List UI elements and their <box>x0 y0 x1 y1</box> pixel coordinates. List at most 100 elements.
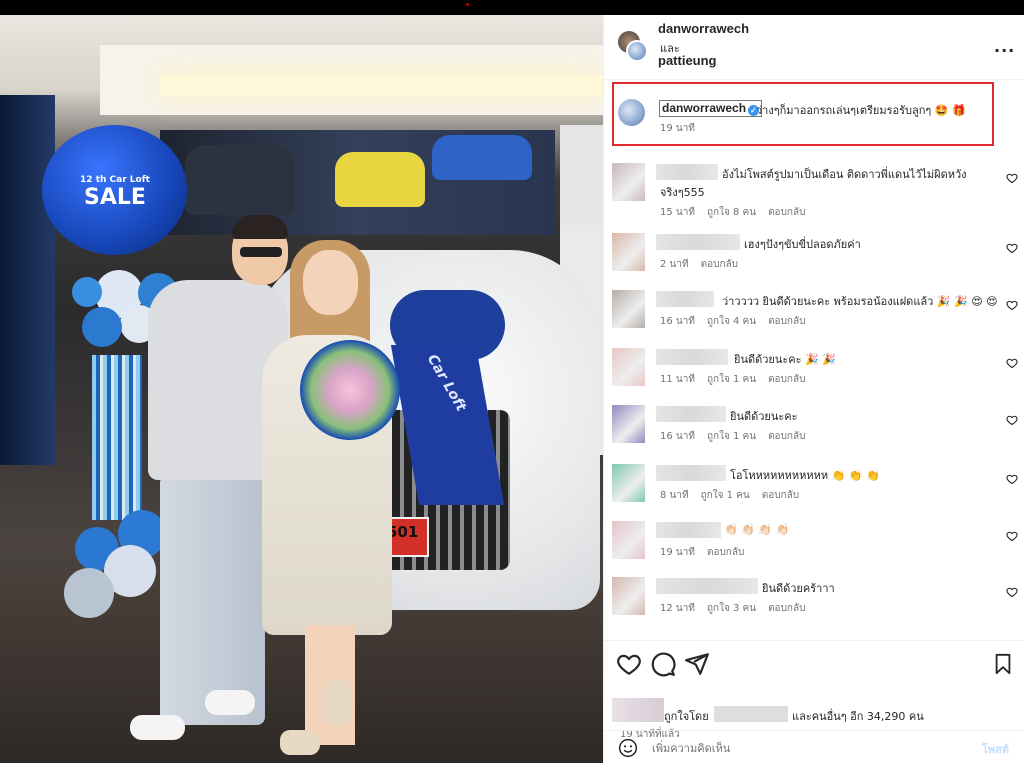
comment-text: ยินดีด้วยนะคะ 🎉 🎉 <box>734 353 836 366</box>
comment-icon[interactable] <box>650 651 676 677</box>
comment-reply-button[interactable]: ตอบกลับ <box>768 431 805 442</box>
comment-avatar-blurred[interactable] <box>612 464 645 502</box>
bookmark-icon[interactable] <box>992 651 1014 677</box>
caption-username-text[interactable]: danworrawech <box>662 101 746 115</box>
top-red-dot <box>466 3 469 6</box>
comment-text: อังไม่โพสต์รูปมาเป็นเดือน ติดดาวพี่แดนไว… <box>722 168 967 181</box>
comment-reply-button[interactable]: ตอบกลับ <box>768 207 805 218</box>
comment-time: 8 นาที <box>660 490 689 501</box>
comment-reply-button[interactable]: ตอบกลับ <box>707 547 744 558</box>
photo-man-legs <box>160 475 265 725</box>
caption-text: ว่างๆก็มาออกรถเล่นๆเตรียมรอรับลูกๆ 🤩 🎁 <box>756 104 966 117</box>
comment-meta: 16 นาที ถูกใจ 4 คน ตอบกลับ <box>660 314 817 329</box>
top-black-bar <box>0 0 1024 15</box>
comment-time: 16 นาที <box>660 316 695 327</box>
comment-meta: 8 นาที ถูกใจ 1 คน ตอบกลับ <box>660 488 811 503</box>
comment-input[interactable] <box>652 738 972 758</box>
photo-balloon-line1: 12 th Car Loft <box>80 175 150 185</box>
photo-balloon <box>64 568 114 618</box>
caption-time: 19 นาที <box>660 123 695 134</box>
comments-list[interactable]: danworrawech ✓ ว่างๆก็มาออกรถเล่นๆเตรียมร… <box>604 80 1024 640</box>
comment-like-count[interactable]: ถูกใจ 1 คน <box>701 490 750 501</box>
comment-avatar-blurred[interactable] <box>612 577 645 615</box>
photo-balloon-fringe <box>92 355 142 520</box>
comment-time: 11 นาที <box>660 374 695 385</box>
comment-text-continued: จริงๆ555 <box>660 186 705 199</box>
comment-reply-button[interactable]: ตอบกลับ <box>701 259 738 270</box>
comment-text: โอโหหหหหหหหหหห 👏 👏 👏 <box>730 469 880 482</box>
comment-meta: 11 นาที ถูกใจ 1 คน ตอบกลับ <box>660 372 817 387</box>
comment-heart-icon[interactable] <box>1006 586 1018 598</box>
comment-item: โอโหหหหหหหหหหห 👏 👏 👏 8 นาที ถูกใจ 1 คน ตอบก… <box>604 464 1024 520</box>
comment-item: ยินดีด้วยนะคะ 🎉 🎉 11 นาที ถูกใจ 1 คน ตอบกลั… <box>604 348 1024 404</box>
comment-heart-icon[interactable] <box>1006 473 1018 485</box>
photo-balloon-line2: SALE <box>84 185 146 210</box>
photo-banner-car-yellow <box>335 152 425 207</box>
comment-item: เฮงๆปังๆขับขี่ปลอดภัยค่า 2 นาที ตอบกลับ <box>604 233 1024 289</box>
comment-reply-button[interactable]: ตอบกลับ <box>768 603 805 614</box>
emoji-icon[interactable] <box>618 738 638 758</box>
comment-text: ยินดีด้วยนะคะ <box>730 410 798 423</box>
comment-heart-icon[interactable] <box>1006 172 1018 184</box>
comment-time: 15 นาที <box>660 207 695 218</box>
comment-heart-icon[interactable] <box>1006 530 1018 542</box>
comment-username-blurred[interactable] <box>656 465 726 481</box>
comment-username-blurred[interactable] <box>656 349 728 365</box>
comment-like-count[interactable]: ถูกใจ 1 คน <box>707 374 756 385</box>
comment-heart-icon[interactable] <box>1006 242 1018 254</box>
post-photo[interactable]: 501 Car Loft 12 th Car Loft SALE <box>0 15 603 763</box>
comment-heart-icon[interactable] <box>1006 357 1018 369</box>
comment-reply-button[interactable]: ตอบกลับ <box>762 490 799 501</box>
comment-like-count[interactable]: ถูกใจ 8 คน <box>707 207 756 218</box>
comment-like-count[interactable]: ถูกใจ 4 คน <box>707 316 756 327</box>
author-username[interactable]: danworrawech <box>658 21 749 36</box>
comment-like-count[interactable]: ถูกใจ 3 คน <box>707 603 756 614</box>
comment-meta: 16 นาที ถูกใจ 1 คน ตอบกลับ <box>660 429 817 444</box>
comment-username-blurred[interactable] <box>656 522 721 538</box>
photo-balloon <box>72 277 102 307</box>
caption-username[interactable]: danworrawech ✓ <box>659 100 763 117</box>
heart-icon[interactable] <box>616 651 642 677</box>
photo-woman-sandal <box>280 730 320 755</box>
comment-avatar-blurred[interactable] <box>612 233 645 271</box>
photo-man-shoe <box>130 715 185 740</box>
comment-reply-button[interactable]: ตอบกลับ <box>768 316 805 327</box>
photo-sunglasses <box>240 247 282 257</box>
comment-text: 👏🏻 👏🏻 👏🏻 👏🏻 <box>724 523 790 536</box>
more-options-icon[interactable]: ... <box>994 37 1015 56</box>
comment-meta: 12 นาที ถูกใจ 3 คน ตอบกลับ <box>660 601 817 616</box>
comment-item: 👏🏻 👏🏻 👏🏻 👏🏻 19 นาที ตอบกลับ <box>604 521 1024 577</box>
post-side-panel: danworrawech และ pattieung ... danworraw… <box>603 15 1024 763</box>
coauthor-username[interactable]: pattieung <box>658 53 717 68</box>
comment-meta: 19 นาที ตอบกลับ <box>660 545 756 560</box>
comment-avatar-blurred[interactable] <box>612 521 645 559</box>
comment-heart-icon[interactable] <box>1006 299 1018 311</box>
comment-time: 16 นาที <box>660 431 695 442</box>
photo-banner-right <box>560 125 603 225</box>
share-icon[interactable] <box>684 651 710 677</box>
photo-woman-head <box>303 250 358 315</box>
comment-username-blurred[interactable] <box>656 234 740 250</box>
comment-text: ว่าวววว ยินดีด้วยนะคะ พร้อมรอน้องแฝดแล้ว… <box>722 295 998 308</box>
comment-username-blurred[interactable] <box>656 578 758 594</box>
post-comment-button[interactable]: โพสต์ <box>982 740 1009 758</box>
comment-avatar-blurred[interactable] <box>612 290 645 328</box>
comment-like-count[interactable]: ถูกใจ 1 คน <box>707 431 756 442</box>
coauthor-avatar[interactable] <box>626 40 648 62</box>
comment-avatar-blurred[interactable] <box>612 405 645 443</box>
comment-username-blurred[interactable] <box>656 291 714 307</box>
likes-count[interactable]: และคนอื่นๆ อีก 34,290 คน <box>792 707 924 725</box>
photo-balloon <box>82 307 122 347</box>
liker-name-blurred[interactable] <box>714 706 788 722</box>
comment-avatar-blurred[interactable] <box>612 163 645 201</box>
comment-item: ว่าวววว ยินดีด้วยนะคะ พร้อมรอน้องแฝดแล้ว… <box>604 290 1024 346</box>
comment-username-blurred[interactable] <box>656 164 718 180</box>
comment-text: ยินดีด้วยคร้าาา <box>762 582 835 595</box>
comment-avatar-blurred[interactable] <box>612 348 645 386</box>
caption-avatar[interactable] <box>618 99 645 126</box>
comment-item: อังไม่โพสต์รูปมาเป็นเดือน ติดดาวพี่แดนไว… <box>604 163 1024 219</box>
comment-heart-icon[interactable] <box>1006 414 1018 426</box>
comment-username-blurred[interactable] <box>656 406 726 422</box>
comment-item: ยินดีด้วยนะคะ 16 นาที ถูกใจ 1 คน ตอบกลับ <box>604 405 1024 461</box>
comment-reply-button[interactable]: ตอบกลับ <box>768 374 805 385</box>
